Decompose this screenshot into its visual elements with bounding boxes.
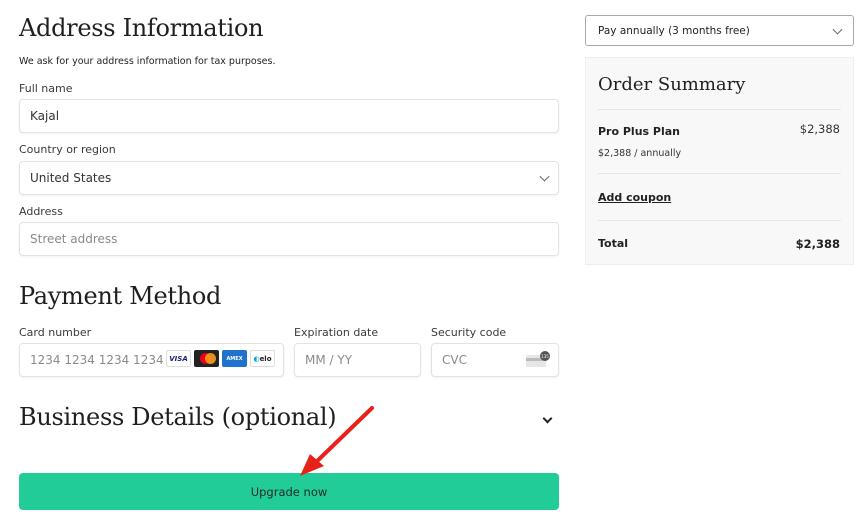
country-value: United States [30,171,112,185]
visa-icon: VISA [166,350,191,367]
plan-billing-detail: $2,388 / annually [598,148,682,159]
business-details-chevron-icon[interactable] [542,413,553,424]
full-name-value: Kajal [30,109,60,123]
chevron-down-icon [832,24,843,35]
country-select[interactable]: United States [19,161,559,195]
expiry-input[interactable]: MM / YY [294,343,421,377]
card-number-label: Card number [19,326,92,339]
order-summary-panel: Order Summary Pro Plus Plan $2,388 $2,38… [585,57,854,265]
chevron-down-icon [539,171,550,182]
payment-heading: Payment Method [19,282,222,310]
expiry-placeholder: MM / YY [305,353,353,367]
address-heading: Address Information [19,14,264,42]
cvc-placeholder: CVC [442,353,467,367]
full-name-label: Full name [19,82,73,95]
full-name-input[interactable]: Kajal [19,99,559,133]
upgrade-now-button[interactable]: Upgrade now [19,473,559,510]
card-brands: VISA AMEX ◐ elo [166,350,275,367]
expiry-label: Expiration date [294,326,379,339]
billing-period-value: Pay annually (3 months free) [598,24,750,37]
address-subtitle: We ask for your address information for … [19,56,276,67]
divider [598,109,841,110]
mastercard-icon [194,350,219,367]
street-address-input[interactable]: Street address [19,222,559,256]
amex-icon: AMEX [222,350,247,367]
divider [598,220,841,221]
street-address-placeholder: Street address [30,232,118,246]
add-coupon-link[interactable]: Add coupon [598,191,671,204]
cvc-card-icon: 135 [526,351,550,367]
divider [598,173,841,174]
billing-period-select[interactable]: Pay annually (3 months free) [585,15,854,46]
business-details-heading[interactable]: Business Details (optional) [19,403,337,431]
total-value: $2,388 [795,237,840,251]
country-label: Country or region [19,143,116,156]
order-summary-title: Order Summary [598,74,746,95]
cvc-input[interactable]: CVC 135 [431,343,559,377]
security-code-label: Security code [431,326,507,339]
elo-icon: ◐ elo [250,350,275,367]
plan-price: $2,388 [799,122,840,136]
plan-name: Pro Plus Plan [598,125,681,138]
address-label: Address [19,205,63,218]
card-number-placeholder: 1234 1234 1234 1234 [30,353,164,367]
total-label: Total [598,237,629,250]
